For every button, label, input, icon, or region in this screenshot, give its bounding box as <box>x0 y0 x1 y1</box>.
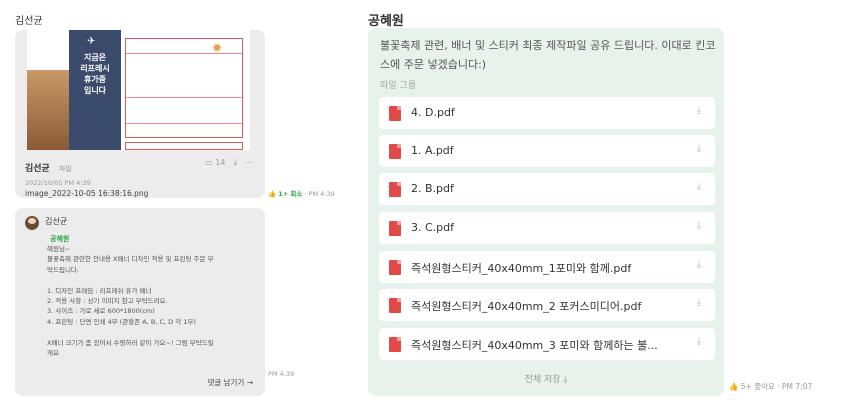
sheet-divider <box>126 123 242 124</box>
file-name[interactable]: image_2022-10-05 16:38:16.png <box>25 189 257 198</box>
message-time: PM 4:39 <box>308 190 335 198</box>
spec-sheet: ✹ <box>125 38 243 138</box>
pdf-icon <box>389 221 401 236</box>
file-item[interactable]: 즉석원형스티커_40x40mm_3 포미와 함께하는 불... ⤓ <box>379 328 715 360</box>
file-name[interactable]: 즉석원형스티커_40x40mm_2 포커스미디어.pdf <box>411 298 641 314</box>
file-name[interactable]: 4. D.pdf <box>411 106 455 119</box>
download-icon[interactable]: ⤓ <box>693 181 705 195</box>
sheet-divider <box>126 53 242 54</box>
file-item[interactable]: 1. A.pdf ⤓ <box>379 135 715 167</box>
sheet-footer <box>125 142 243 150</box>
sender-name: 공혜원 <box>368 14 404 29</box>
image-reaction[interactable]: 👍 1+ 회소 · PM 4:39 <box>268 188 335 198</box>
banner-line: 입니다 <box>83 86 107 95</box>
file-item[interactable]: 2. B.pdf ⤓ <box>379 173 715 205</box>
pdf-icon <box>389 260 401 275</box>
banner-line: 리프레시 <box>80 64 110 73</box>
chat-view: 김선균 ✈ 지금은 리프레시 휴가중 입니다 ✹ 김선균 파일 2022/10/… <box>0 0 841 409</box>
banner-line: 지금은 <box>83 53 107 62</box>
pdf-icon <box>389 337 401 352</box>
message-time: PM 4:39 <box>268 370 295 378</box>
message-body: 불꽃축제 관련, 배너 및 스티커 최종 제작파일 공유 드립니다. 이대로 킨… <box>380 39 716 71</box>
file-name[interactable]: 2. B.pdf <box>411 182 454 195</box>
like-icon: 👍 <box>268 190 277 198</box>
download-icon[interactable]: ⤓ <box>233 158 237 168</box>
airplane-icon: ✈ <box>87 36 96 47</box>
file-name[interactable]: 1. A.pdf <box>411 144 454 157</box>
mention-tag[interactable]: 공혜원 <box>50 234 69 244</box>
sender-name: 김선균 <box>15 16 43 27</box>
comment-count: 14 <box>215 158 226 167</box>
download-icon[interactable]: ⤓ <box>693 143 705 157</box>
file-group-message: 불꽃축제 관련, 배너 및 스티커 최종 제작파일 공유 드립니다. 이대로 킨… <box>368 28 724 396</box>
avatar[interactable] <box>25 216 39 230</box>
file-sender: 김선균 <box>25 164 50 174</box>
file-item[interactable]: 즉석원형스티커_40x40mm_2 포커스미디어.pdf ⤓ <box>379 289 715 321</box>
file-date: 2022/10/05 PM 4:39 <box>25 179 91 187</box>
like-icon: 👍 <box>729 382 739 391</box>
sheet-divider <box>126 97 242 98</box>
message-reaction[interactable]: 👍 5+ 좋아요 · PM 7:07 <box>729 381 812 392</box>
save-all-button[interactable]: 전체 저장 ⤓ <box>368 372 724 385</box>
reply-button[interactable]: 댓글 남기기 → <box>207 377 253 388</box>
image-thumbnail[interactable]: ✈ 지금은 리프레시 휴가중 입니다 ✹ <box>27 30 250 150</box>
image-message[interactable]: ✈ 지금은 리프레시 휴가중 입니다 ✹ 김선균 파일 2022/10/05 P… <box>15 30 265 198</box>
download-icon[interactable]: ⤓ <box>693 259 705 273</box>
more-icon[interactable]: ⋯ <box>245 158 253 168</box>
comment-icon[interactable]: ▭ 14 <box>205 158 225 168</box>
pdf-icon <box>389 144 401 159</box>
file-item[interactable]: 즉석원형스티커_40x40mm_1포미와 함께.pdf ⤓ <box>379 251 715 283</box>
pdf-icon <box>389 182 401 197</box>
file-group-label: 파일 그룹 <box>380 81 416 91</box>
download-icon[interactable]: ⤓ <box>693 297 705 311</box>
text-message: 김선균 공혜원 혜원님~ 불꽃축제 관련한 안내용 X배너 디자인 적용 및 프… <box>15 208 265 396</box>
file-item[interactable]: 3. C.pdf ⤓ <box>379 212 715 244</box>
download-icon[interactable]: ⤓ <box>693 336 705 350</box>
pdf-icon <box>389 298 401 313</box>
file-item[interactable]: 4. D.pdf ⤓ <box>379 97 715 129</box>
download-icon[interactable]: ⤓ <box>693 105 705 119</box>
download-icon[interactable]: ⤓ <box>693 220 705 234</box>
file-name[interactable]: 3. C.pdf <box>411 221 454 234</box>
file-name[interactable]: 즉석원형스티커_40x40mm_1포미와 함께.pdf <box>411 260 631 276</box>
message-sender: 김선균 <box>45 217 68 226</box>
pdf-icon <box>389 106 401 121</box>
banner-line: 휴가중 <box>83 75 107 84</box>
reaction-info: 5+ 좋아요 · PM 7:07 <box>740 382 813 391</box>
message-body: 혜원님~ 불꽃축제 관련한 안내용 X배너 디자인 적용 및 프린팅 주문 부 … <box>47 245 214 358</box>
file-actions: ▭ 14 ⤓ ⋯ <box>205 158 253 168</box>
photo-strip <box>27 70 69 150</box>
banner-preview: ✈ 지금은 리프레시 휴가중 입니다 <box>69 30 121 150</box>
reaction-count: 1+ 회소 <box>278 190 303 198</box>
file-type: 파일 <box>58 165 72 173</box>
file-name[interactable]: 즉석원형스티커_40x40mm_3 포미와 함께하는 불... <box>411 337 658 353</box>
